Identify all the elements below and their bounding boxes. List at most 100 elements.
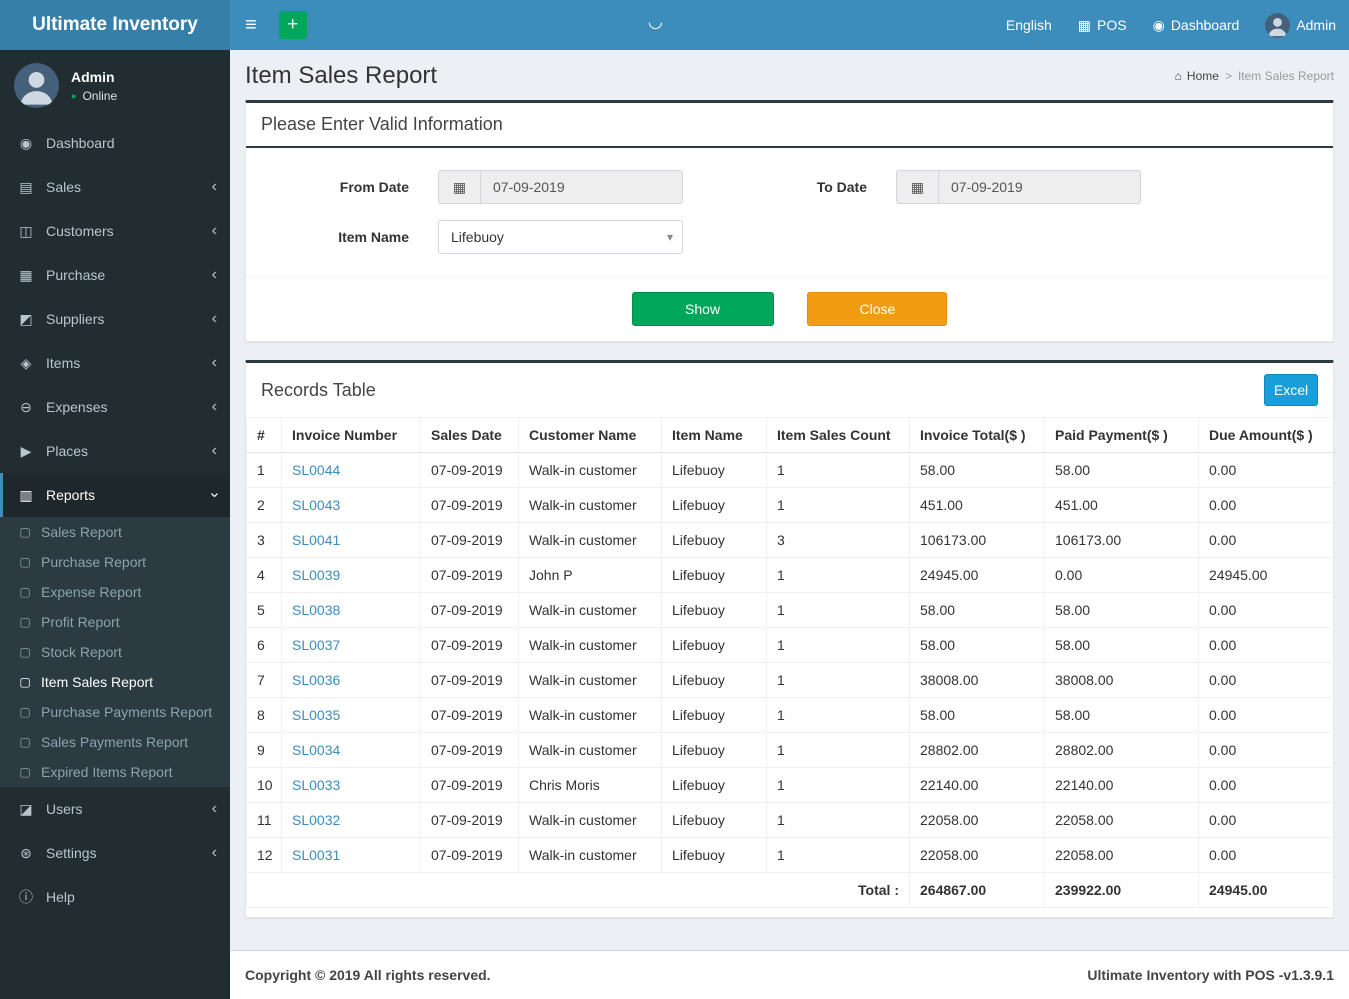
excel-export-button[interactable]: Excel bbox=[1264, 374, 1318, 406]
cell-due-amount: 0.00 bbox=[1198, 522, 1336, 558]
sidebar-item-item-sales-report[interactable]: ▢ Item Sales Report bbox=[0, 667, 230, 697]
cell-item-name: Lifebuoy bbox=[661, 487, 767, 523]
report-file-icon: ▢ bbox=[19, 615, 31, 629]
sidebar-item-places[interactable]: ▶ Places ‹ bbox=[0, 429, 230, 473]
close-button[interactable]: Close bbox=[807, 292, 948, 326]
cell-due-amount: 0.00 bbox=[1198, 487, 1336, 523]
sidebar-item-sales[interactable]: ▤ Sales ‹ bbox=[0, 165, 230, 209]
table-row: 9 SL0034 07-09-2019 Walk-in customer Lif… bbox=[246, 732, 1336, 768]
cell-customer-name: Walk-in customer bbox=[518, 732, 662, 768]
invoice-number-link[interactable]: SL0031 bbox=[281, 837, 421, 873]
caret-down-icon: ▾ bbox=[666, 230, 673, 244]
cell-item-sales-count: 1 bbox=[766, 592, 910, 628]
cell-sales-date: 07-09-2019 bbox=[420, 592, 519, 628]
sidebar-item-purchase[interactable]: ▦ Purchase ‹ bbox=[0, 253, 230, 297]
sidebar-item-help[interactable]: ⓘ Help bbox=[0, 875, 230, 919]
top-navbar: Ultimate Inventory ≡ + ◡ English ▦ POS ◉… bbox=[0, 0, 1349, 50]
item-name-selected-value: Lifebuoy bbox=[451, 229, 504, 245]
breadcrumb-separator: > bbox=[1224, 69, 1232, 83]
cell-customer-name: Walk-in customer bbox=[518, 452, 662, 488]
cell-invoice-total: 106173.00 bbox=[909, 522, 1045, 558]
invoice-number-link[interactable]: SL0039 bbox=[281, 557, 421, 593]
table-row: 6 SL0037 07-09-2019 Walk-in customer Lif… bbox=[246, 627, 1336, 663]
records-panel: Records Table Excel # Invoice Number Sal… bbox=[245, 360, 1336, 918]
cell-customer-name: Walk-in customer bbox=[518, 837, 662, 873]
cell-paid-payment: 22140.00 bbox=[1044, 767, 1199, 803]
invoice-number-link[interactable]: SL0038 bbox=[281, 592, 421, 628]
cell-item-name: Lifebuoy bbox=[661, 522, 767, 558]
sidebar-item-sales-payments-report[interactable]: ▢ Sales Payments Report bbox=[0, 727, 230, 757]
sidebar-item-items[interactable]: ◈ Items ‹ bbox=[0, 341, 230, 385]
sidebar-item-settings[interactable]: ⊛ Settings ‹ bbox=[0, 831, 230, 875]
table-row: 8 SL0035 07-09-2019 Walk-in customer Lif… bbox=[246, 697, 1336, 733]
invoice-number-link[interactable]: SL0032 bbox=[281, 802, 421, 838]
show-button[interactable]: Show bbox=[631, 292, 774, 326]
records-panel-header: Records Table Excel bbox=[246, 363, 1333, 417]
sidebar-item-dashboard[interactable]: ◉ Dashboard bbox=[0, 121, 230, 165]
item-name-select[interactable]: Lifebuoy ▾ bbox=[438, 220, 683, 254]
cell-sales-date: 07-09-2019 bbox=[420, 662, 519, 698]
filter-panel-header: Please Enter Valid Information bbox=[246, 103, 1333, 148]
to-date-label: To Date bbox=[816, 179, 867, 195]
cell-item-sales-count: 1 bbox=[766, 662, 910, 698]
pos-link[interactable]: ▦ POS bbox=[1065, 0, 1140, 50]
quick-add-button[interactable]: + bbox=[278, 11, 307, 39]
sidebar-toggle-button[interactable]: ≡ bbox=[230, 0, 272, 50]
breadcrumb-home-link[interactable]: ⌂ Home bbox=[1175, 69, 1219, 83]
cell-paid-payment: 58.00 bbox=[1044, 697, 1199, 733]
to-date-input[interactable] bbox=[938, 170, 1141, 204]
cell-paid-payment: 0.00 bbox=[1044, 557, 1199, 593]
invoice-number-link[interactable]: SL0043 bbox=[281, 487, 421, 523]
sidebar-item-expenses[interactable]: ⊖ Expenses ‹ bbox=[0, 385, 230, 429]
sidebar-user-info: Admin ● Online bbox=[71, 69, 117, 103]
dashboard-link[interactable]: ◉ Dashboard bbox=[1140, 0, 1253, 50]
sales-icon: ▤ bbox=[19, 178, 33, 195]
sidebar-user-status[interactable]: ● Online bbox=[71, 89, 117, 103]
expenses-icon: ⊖ bbox=[20, 398, 32, 415]
cell-item-sales-count: 1 bbox=[766, 697, 910, 733]
language-menu[interactable]: English bbox=[993, 0, 1065, 50]
sidebar-item-purchase-payments-report[interactable]: ▢ Purchase Payments Report bbox=[0, 697, 230, 727]
cell-item-sales-count: 1 bbox=[766, 487, 910, 523]
copyright-text: Copyright © 2019 All rights reserved. bbox=[245, 967, 491, 983]
sidebar-item-sales-report[interactable]: ▢ Sales Report bbox=[0, 517, 230, 547]
submenu-item-label: Stock Report bbox=[41, 644, 122, 660]
invoice-number-link[interactable]: SL0033 bbox=[281, 767, 421, 803]
from-date-group: ▦ bbox=[438, 170, 683, 204]
cell-invoice-total: 38008.00 bbox=[909, 662, 1045, 698]
table-row: 12 SL0031 07-09-2019 Walk-in customer Li… bbox=[246, 837, 1336, 873]
cell-paid-payment: 28802.00 bbox=[1044, 732, 1199, 768]
help-icon: ⓘ bbox=[19, 889, 33, 905]
invoice-number-link[interactable]: SL0041 bbox=[281, 522, 421, 558]
cell-due-amount: 0.00 bbox=[1198, 732, 1336, 768]
sidebar-item-profit-report[interactable]: ▢ Profit Report bbox=[0, 607, 230, 637]
users-icon: ◪ bbox=[19, 800, 33, 817]
invoice-number-link[interactable]: SL0034 bbox=[281, 732, 421, 768]
sidebar-item-suppliers[interactable]: ◩ Suppliers ‹ bbox=[0, 297, 230, 341]
col-index: # bbox=[246, 417, 282, 453]
sidebar-item-expired-items-report[interactable]: ▢ Expired Items Report bbox=[0, 757, 230, 787]
invoice-number-link[interactable]: SL0035 bbox=[281, 697, 421, 733]
cell-due-amount: 0.00 bbox=[1198, 767, 1336, 803]
sidebar-item-reports[interactable]: ▥ Reports ‹ bbox=[0, 473, 230, 517]
brand-logo[interactable]: Ultimate Inventory bbox=[0, 0, 230, 50]
purchase-icon: ▦ bbox=[19, 266, 33, 283]
from-date-input[interactable] bbox=[480, 170, 683, 204]
to-date-group: ▦ bbox=[896, 170, 1141, 204]
col-sales-date: Sales Date bbox=[420, 417, 519, 453]
sidebar-item-customers[interactable]: ◫ Customers ‹ bbox=[0, 209, 230, 253]
user-menu[interactable]: Admin bbox=[1252, 0, 1349, 50]
cell-index: 4 bbox=[246, 557, 282, 593]
sidebar-item-expense-report[interactable]: ▢ Expense Report bbox=[0, 577, 230, 607]
invoice-number-link[interactable]: SL0037 bbox=[281, 627, 421, 663]
invoice-number-link[interactable]: SL0036 bbox=[281, 662, 421, 698]
sidebar-item-purchase-report[interactable]: ▢ Purchase Report bbox=[0, 547, 230, 577]
avatar bbox=[14, 63, 59, 108]
sidebar-item-stock-report[interactable]: ▢ Stock Report bbox=[0, 637, 230, 667]
submenu-item-label: Expired Items Report bbox=[41, 764, 173, 780]
invoice-number-link[interactable]: SL0044 bbox=[281, 452, 421, 488]
total-label: Total : bbox=[246, 872, 910, 908]
sidebar-item-users[interactable]: ◪ Users ‹ bbox=[0, 787, 230, 831]
cell-due-amount: 0.00 bbox=[1198, 452, 1336, 488]
submenu-item-label: Profit Report bbox=[41, 614, 120, 630]
